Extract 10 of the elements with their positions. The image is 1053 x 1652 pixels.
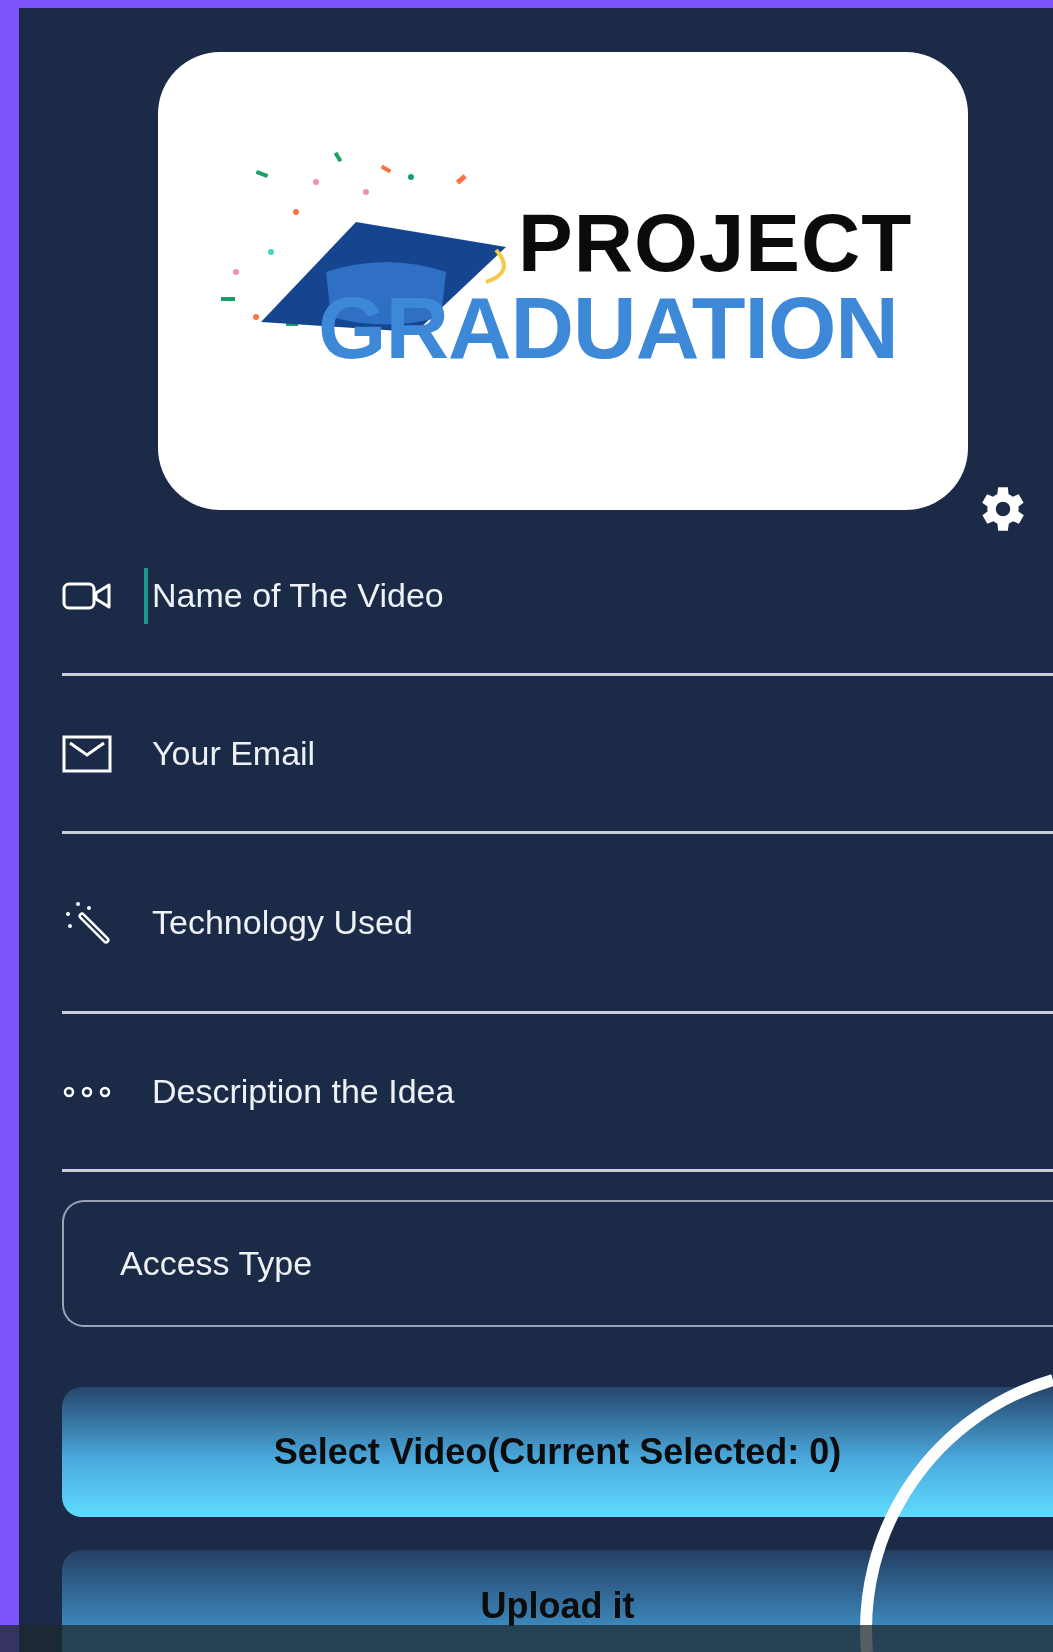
input-field[interactable]: Technology Used [152, 903, 1053, 942]
input-field[interactable]: Your Email [152, 734, 1053, 773]
more-icon [62, 1084, 112, 1099]
envelope-icon [62, 734, 112, 773]
input-field[interactable]: Description the Idea [152, 1072, 1053, 1111]
input-field[interactable]: Name of The Video [152, 576, 1053, 615]
logo-text: PROJECT [518, 202, 913, 284]
access-type-field[interactable]: Access Type [62, 1200, 1053, 1327]
select-video-button[interactable]: Select Video(Current Selected: 0) [62, 1387, 1053, 1517]
video-camera-icon [62, 580, 112, 611]
